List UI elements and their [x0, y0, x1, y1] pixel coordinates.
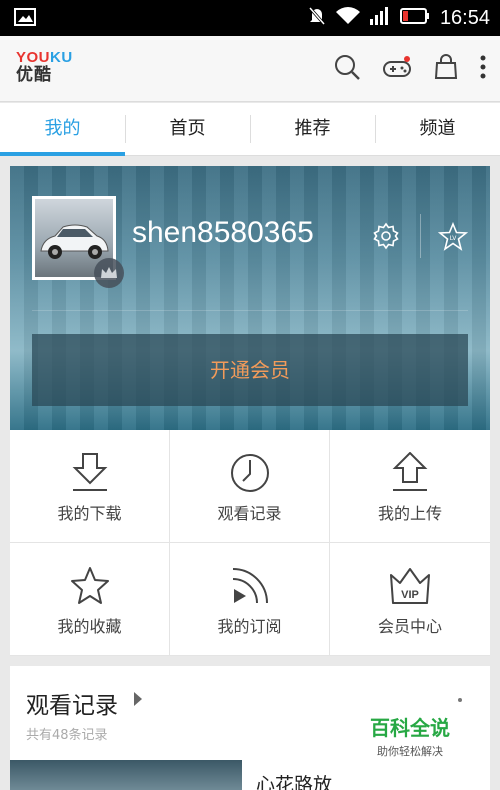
tab-home[interactable]: 首页 — [125, 103, 250, 155]
divider — [32, 310, 468, 311]
crown-icon — [94, 258, 124, 288]
svg-text:VIP: VIP — [401, 589, 419, 601]
divider — [420, 214, 421, 258]
upload-icon — [389, 451, 431, 496]
open-vip-button[interactable]: 开通会员 — [32, 334, 468, 406]
watch-history-item[interactable]: 观看记录 — [170, 430, 330, 543]
feature-grid: 我的下载 观看记录 我的上传 我的收藏 我的订阅 VIP 会员中心 — [10, 430, 490, 656]
vip-center-item[interactable]: VIP 会员中心 — [330, 543, 490, 656]
tab-channels[interactable]: 频道 — [375, 103, 500, 155]
mute-icon — [308, 6, 326, 30]
vip-crown-icon: VIP — [387, 565, 433, 611]
battery-icon — [399, 7, 430, 29]
my-favorites-item[interactable]: 我的收藏 — [10, 543, 170, 656]
image-icon — [14, 8, 36, 30]
video-title[interactable]: 心花路放 — [256, 770, 332, 790]
star-icon — [69, 565, 111, 611]
video-thumbnail[interactable] — [10, 760, 242, 790]
my-uploads-item[interactable]: 我的上传 — [330, 430, 490, 543]
signal-icon — [369, 7, 390, 29]
shopping-bag-icon[interactable] — [434, 54, 458, 84]
level-star-icon[interactable]: LV — [437, 221, 469, 256]
record-count: 共有48条记录 — [26, 728, 108, 743]
download-icon — [69, 452, 111, 496]
svg-text:LV: LV — [450, 235, 458, 242]
chevron-right-icon[interactable] — [134, 692, 142, 706]
username: shen8580365 — [132, 216, 314, 249]
section-title[interactable]: 观看记录 — [26, 686, 118, 720]
wifi-icon — [335, 7, 360, 29]
tab-mine[interactable]: 我的 — [0, 103, 125, 156]
game-controller-icon[interactable] — [382, 54, 412, 84]
app-bar: YOUKU 优酷 — [0, 36, 500, 102]
subscribe-icon — [229, 565, 271, 611]
gear-icon[interactable] — [372, 222, 400, 254]
more-vert-icon[interactable] — [480, 55, 486, 83]
youku-logo[interactable]: YOUKU 优酷 — [16, 50, 73, 84]
clock-icon — [229, 452, 271, 498]
profile-card: shen8580365 LV 开通会员 — [10, 166, 490, 430]
more-icon[interactable] — [458, 698, 462, 702]
search-icon[interactable] — [334, 54, 360, 84]
status-bar: 16:54 — [0, 0, 500, 36]
clock-time: 16:54 — [439, 6, 490, 29]
my-downloads-item[interactable]: 我的下载 — [10, 430, 170, 543]
my-subscriptions-item[interactable]: 我的订阅 — [170, 543, 330, 656]
tab-bar: 我的 首页 推荐 频道 — [0, 103, 500, 156]
watermark-logo: 百科全说 助你轻松解决 — [350, 706, 470, 764]
tab-recommend[interactable]: 推荐 — [250, 103, 375, 155]
